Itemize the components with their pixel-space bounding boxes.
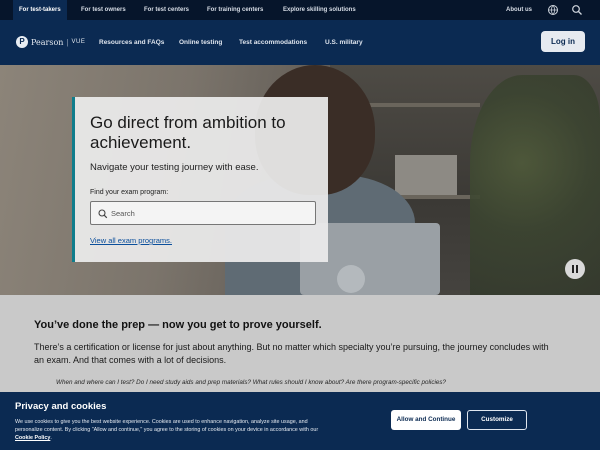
about-us-link[interactable]: About us (506, 0, 532, 20)
tab-test-centers[interactable]: For test centers (144, 0, 189, 20)
nav-test-accommodations[interactable]: Test accommodations (239, 20, 307, 65)
cookie-title: Privacy and cookies (15, 401, 107, 412)
hero-laptop-logo (337, 265, 365, 293)
pause-button[interactable] (565, 259, 585, 279)
cookie-text-body: We use cookies to give you the best webs… (15, 419, 319, 433)
globe-icon[interactable] (547, 4, 559, 16)
exam-search-field[interactable] (90, 201, 316, 225)
tab-skilling-solutions[interactable]: Explore skilling solutions (283, 0, 356, 20)
customize-button[interactable]: Customize (467, 410, 527, 430)
cookie-text: We use cookies to give you the best webs… (15, 418, 335, 442)
hero-banner: Go direct from ambition to achievement. … (0, 65, 600, 295)
nav-us-military[interactable]: U.S. military (325, 20, 363, 65)
utility-bar: For test-takers For test owners For test… (0, 0, 600, 20)
section-title: You’ve done the prep — now you get to pr… (34, 319, 322, 331)
view-all-programs-link[interactable]: View all exam programs. (90, 236, 172, 245)
pearson-logo-mark: P (16, 36, 28, 48)
cookie-banner: Privacy and cookies We use cookies to gi… (0, 392, 600, 450)
nav-online-testing[interactable]: Online testing (179, 20, 222, 65)
nav-resources-faqs[interactable]: Resources and FAQs (99, 20, 164, 65)
tab-test-owners[interactable]: For test owners (81, 0, 126, 20)
tab-test-takers[interactable]: For test-takers (13, 0, 67, 20)
hero-background-box (395, 155, 457, 195)
hero-search-card: Go direct from ambition to achievement. … (72, 97, 328, 262)
logo-suffix: VUE (71, 39, 86, 45)
cookie-text-end: . (50, 435, 52, 441)
tab-training-centers[interactable]: For training centers (207, 0, 263, 20)
search-icon (97, 207, 109, 219)
allow-continue-button[interactable]: Allow and Continue (391, 410, 461, 430)
cookie-policy-link[interactable]: Cookie Policy (15, 435, 50, 441)
logo-text: Pearson (31, 37, 64, 47)
pearson-vue-logo[interactable]: P Pearson | VUE (16, 34, 85, 50)
main-navigation: P Pearson | VUE Resources and FAQs Onlin… (0, 20, 600, 65)
section-body: There’s a certification or license for j… (34, 342, 549, 365)
hero-subtitle: Navigate your testing journey with ease. (90, 162, 259, 173)
section-questions: When and where can I test? Do I need stu… (56, 379, 447, 386)
search-label: Find your exam program: (90, 189, 169, 196)
login-button[interactable]: Log in (541, 31, 585, 52)
logo-separator: | (66, 37, 69, 47)
hero-title: Go direct from ambition to achievement. (90, 113, 286, 152)
search-icon[interactable] (571, 4, 583, 16)
exam-search-input[interactable] (111, 205, 311, 221)
pause-icon (572, 265, 574, 273)
